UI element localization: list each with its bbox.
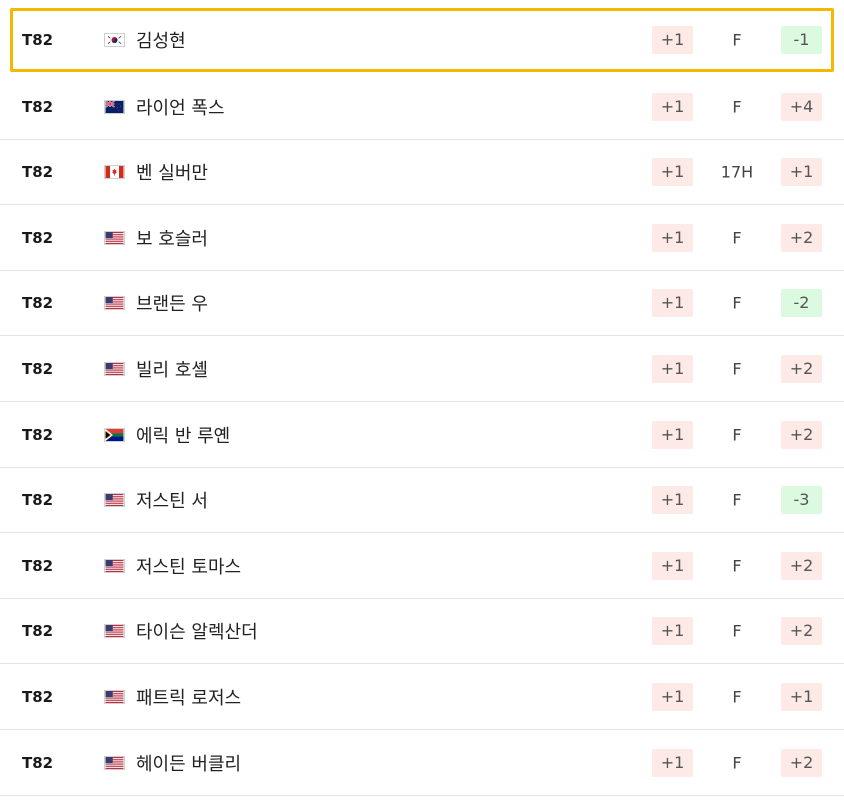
player-name-link[interactable]: 라이언 폭스 <box>136 94 225 120</box>
today-score-badge: +1 <box>652 93 693 121</box>
leaderboard-row[interactable]: T82 패트릭 로저스 +1 F +1 <box>0 665 844 730</box>
today-score-badge: +1 <box>652 617 693 645</box>
total-score-badge: +2 <box>781 355 822 383</box>
position-label: T82 <box>22 557 54 575</box>
today-score-badge: +1 <box>652 421 693 449</box>
player-name-link[interactable]: 타이슨 알렉산더 <box>136 618 258 644</box>
leaderboard-row[interactable]: T82 타이슨 알렉산더 +1 F +2 <box>0 599 844 664</box>
thru-status: F <box>732 490 742 510</box>
total-score-badge: -1 <box>781 26 822 54</box>
south-korea-flag <box>104 33 125 47</box>
total-score-badge: -3 <box>781 486 822 514</box>
leaderboard-row[interactable]: T82 에릭 반 루옌 +1 F +2 <box>0 403 844 468</box>
usa-flag <box>104 296 125 310</box>
usa-flag <box>104 362 125 376</box>
leaderboard-row[interactable]: T82 저스틴 서 +1 F -3 <box>0 468 844 533</box>
today-score-badge: +1 <box>652 683 693 711</box>
usa-flag <box>104 493 125 507</box>
total-score-badge: +1 <box>781 158 822 186</box>
thru-status: F <box>732 359 742 379</box>
position-label: T82 <box>22 360 54 378</box>
leaderboard-row[interactable]: T82 라이언 폭스 +1 F +4 <box>0 75 844 140</box>
leaderboard-row[interactable]: T82 벤 실버만 +1 17H +1 <box>0 140 844 205</box>
position-label: T82 <box>22 688 54 706</box>
position-label: T82 <box>22 426 54 444</box>
today-score-badge: +1 <box>652 289 693 317</box>
player-name-link[interactable]: 에릭 반 루옌 <box>136 422 230 448</box>
position-label: T82 <box>22 98 54 116</box>
thru-status: F <box>732 556 742 576</box>
player-name-link[interactable]: 저스틴 토마스 <box>136 553 241 579</box>
player-name-link[interactable]: 헤이든 버클리 <box>136 750 241 776</box>
leaderboard-row[interactable]: T82 김성현 +1 F -1 <box>10 8 834 72</box>
leaderboard: T82 김성현 +1 F -1 T82 라이언 폭스 +1 F +4 T82 벤 실버만 +1 17H +1… <box>0 0 844 801</box>
leaderboard-row[interactable]: T82 헤이든 버클리 +1 F +2 <box>0 731 844 796</box>
player-name-link[interactable]: 보 호슬러 <box>136 225 208 251</box>
total-score-badge: +2 <box>781 617 822 645</box>
total-score-badge: +2 <box>781 421 822 449</box>
position-label: T82 <box>22 294 54 312</box>
thru-status: F <box>732 425 742 445</box>
leaderboard-row[interactable]: T82 빌리 호셸 +1 F +2 <box>0 337 844 402</box>
total-score-badge: +2 <box>781 749 822 777</box>
today-score-badge: +1 <box>652 158 693 186</box>
player-name-link[interactable]: 빌리 호셸 <box>136 356 208 382</box>
position-label: T82 <box>22 229 54 247</box>
thru-status: F <box>732 228 742 248</box>
today-score-badge: +1 <box>652 552 693 580</box>
thru-status: 17H <box>720 162 754 182</box>
position-label: T82 <box>22 163 54 181</box>
usa-flag <box>104 231 125 245</box>
total-score-badge: +4 <box>781 93 822 121</box>
total-score-badge: +2 <box>781 224 822 252</box>
thru-status: F <box>732 293 742 313</box>
position-label: T82 <box>22 31 54 49</box>
usa-flag <box>104 559 125 573</box>
total-score-badge: +1 <box>781 683 822 711</box>
canada-flag <box>104 165 125 179</box>
new-zealand-flag <box>104 100 125 114</box>
position-label: T82 <box>22 754 54 772</box>
today-score-badge: +1 <box>652 355 693 383</box>
today-score-badge: +1 <box>652 224 693 252</box>
today-score-badge: +1 <box>652 486 693 514</box>
thru-status: F <box>732 753 742 773</box>
thru-status: F <box>732 30 742 50</box>
player-name-link[interactable]: 패트릭 로저스 <box>136 684 241 710</box>
total-score-badge: +2 <box>781 552 822 580</box>
today-score-badge: +1 <box>652 26 693 54</box>
usa-flag <box>104 756 125 770</box>
usa-flag <box>104 624 125 638</box>
thru-status: F <box>732 97 742 117</box>
thru-status: F <box>732 687 742 707</box>
player-name-link[interactable]: 브랜든 우 <box>136 290 208 316</box>
total-score-badge: -2 <box>781 289 822 317</box>
player-name-link[interactable]: 김성현 <box>136 27 186 53</box>
player-name-link[interactable]: 저스틴 서 <box>136 487 208 513</box>
leaderboard-row[interactable]: T82 보 호슬러 +1 F +2 <box>0 206 844 271</box>
thru-status: F <box>732 621 742 641</box>
player-name-link[interactable]: 벤 실버만 <box>136 159 208 185</box>
today-score-badge: +1 <box>652 749 693 777</box>
leaderboard-row[interactable]: T82 저스틴 토마스 +1 F +2 <box>0 534 844 599</box>
south-africa-flag <box>104 428 125 442</box>
position-label: T82 <box>22 622 54 640</box>
leaderboard-row[interactable]: T82 브랜든 우 +1 F -2 <box>0 271 844 336</box>
usa-flag <box>104 690 125 704</box>
position-label: T82 <box>22 491 54 509</box>
